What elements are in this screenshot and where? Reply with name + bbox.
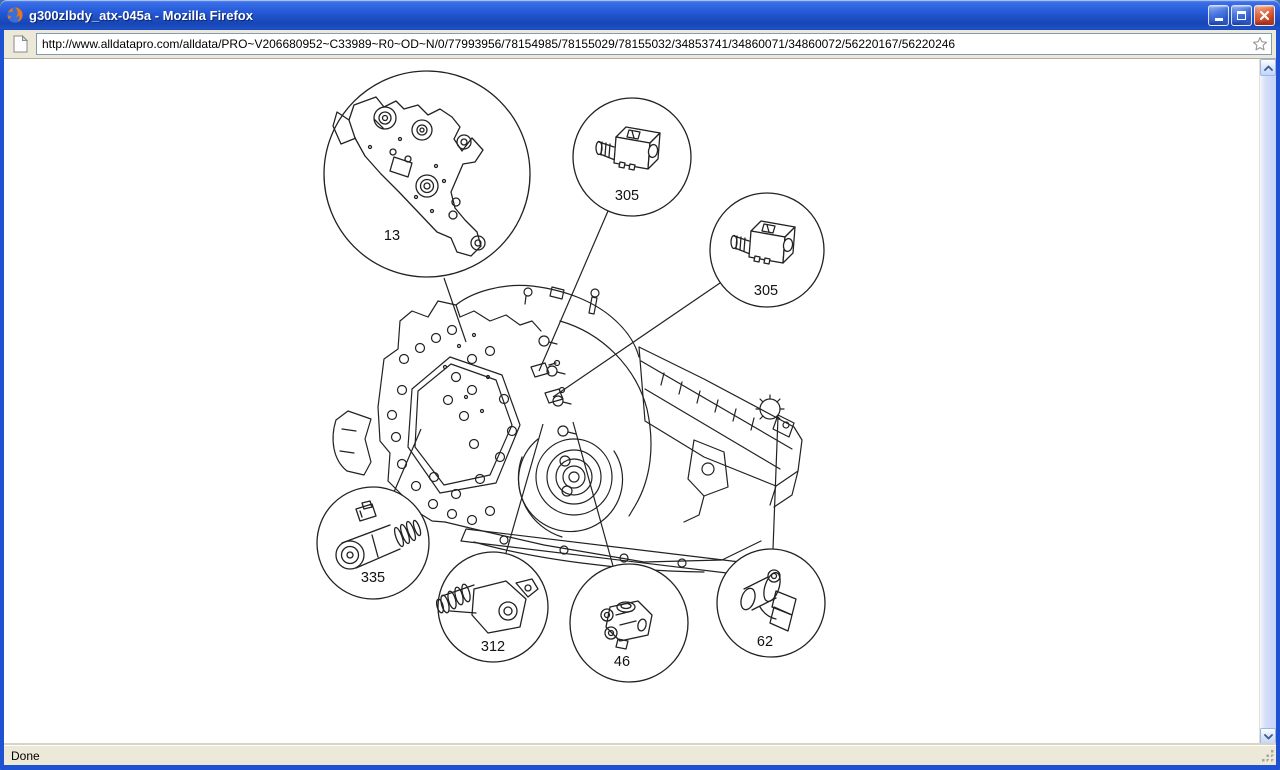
chevron-down-icon bbox=[1263, 733, 1273, 739]
close-button[interactable] bbox=[1254, 4, 1275, 26]
leader-line bbox=[538, 210, 609, 372]
callout-label-46: 46 bbox=[614, 654, 630, 670]
callout-46[interactable]: 46 bbox=[569, 563, 689, 683]
callout-312[interactable]: 312 bbox=[435, 551, 549, 663]
chevron-up-icon bbox=[1263, 65, 1273, 71]
callout-label-305-a: 305 bbox=[615, 188, 639, 204]
callout-label-62: 62 bbox=[757, 634, 773, 650]
transmission-diagram: 13 305 305 335 312 46 62 bbox=[316, 70, 826, 683]
status-bar: Done bbox=[4, 745, 1276, 765]
maximize-button[interactable] bbox=[1231, 4, 1252, 26]
leader-line bbox=[772, 416, 779, 550]
close-icon bbox=[1259, 10, 1270, 20]
callout-label-13: 13 bbox=[384, 228, 400, 244]
leader-line bbox=[443, 277, 467, 343]
callout-305-a[interactable]: 305 bbox=[572, 97, 692, 217]
bookmark-star-icon[interactable] bbox=[1252, 36, 1268, 52]
leader-line bbox=[552, 282, 721, 398]
browser-window: g300zlbdy_atx-045a - Mozilla Firefox htt… bbox=[0, 0, 1280, 770]
window-bottom-border bbox=[0, 765, 1280, 770]
callout-label-335: 335 bbox=[361, 570, 385, 586]
url-bar bbox=[36, 33, 1272, 55]
url-input[interactable] bbox=[42, 35, 1252, 53]
minimize-icon bbox=[1214, 18, 1223, 21]
vertical-scrollbar[interactable] bbox=[1259, 59, 1276, 745]
callout-305-b[interactable]: 305 bbox=[709, 192, 825, 308]
resize-grip[interactable] bbox=[1261, 749, 1275, 763]
diagram-canvas: 13 305 305 335 312 46 62 bbox=[4, 59, 1259, 745]
titlebar: g300zlbdy_atx-045a - Mozilla Firefox bbox=[0, 0, 1280, 30]
maximize-icon bbox=[1237, 10, 1246, 20]
firefox-logo-icon bbox=[7, 7, 23, 23]
callout-335[interactable]: 335 bbox=[316, 486, 430, 600]
address-toolbar bbox=[4, 30, 1276, 59]
callout-62[interactable]: 62 bbox=[716, 548, 826, 658]
callout-13[interactable]: 13 bbox=[323, 70, 531, 278]
status-text: Done bbox=[11, 748, 40, 763]
page-icon bbox=[13, 35, 28, 53]
scroll-up-button[interactable] bbox=[1260, 59, 1276, 76]
page-favicon-button[interactable] bbox=[8, 33, 32, 56]
scrollbar-track[interactable] bbox=[1260, 76, 1276, 728]
minimize-button[interactable] bbox=[1208, 4, 1229, 26]
callout-label-312: 312 bbox=[481, 639, 505, 655]
scroll-down-button[interactable] bbox=[1260, 728, 1276, 745]
callout-label-305-b: 305 bbox=[754, 283, 778, 299]
window-title: g300zlbdy_atx-045a - Mozilla Firefox bbox=[29, 7, 253, 23]
